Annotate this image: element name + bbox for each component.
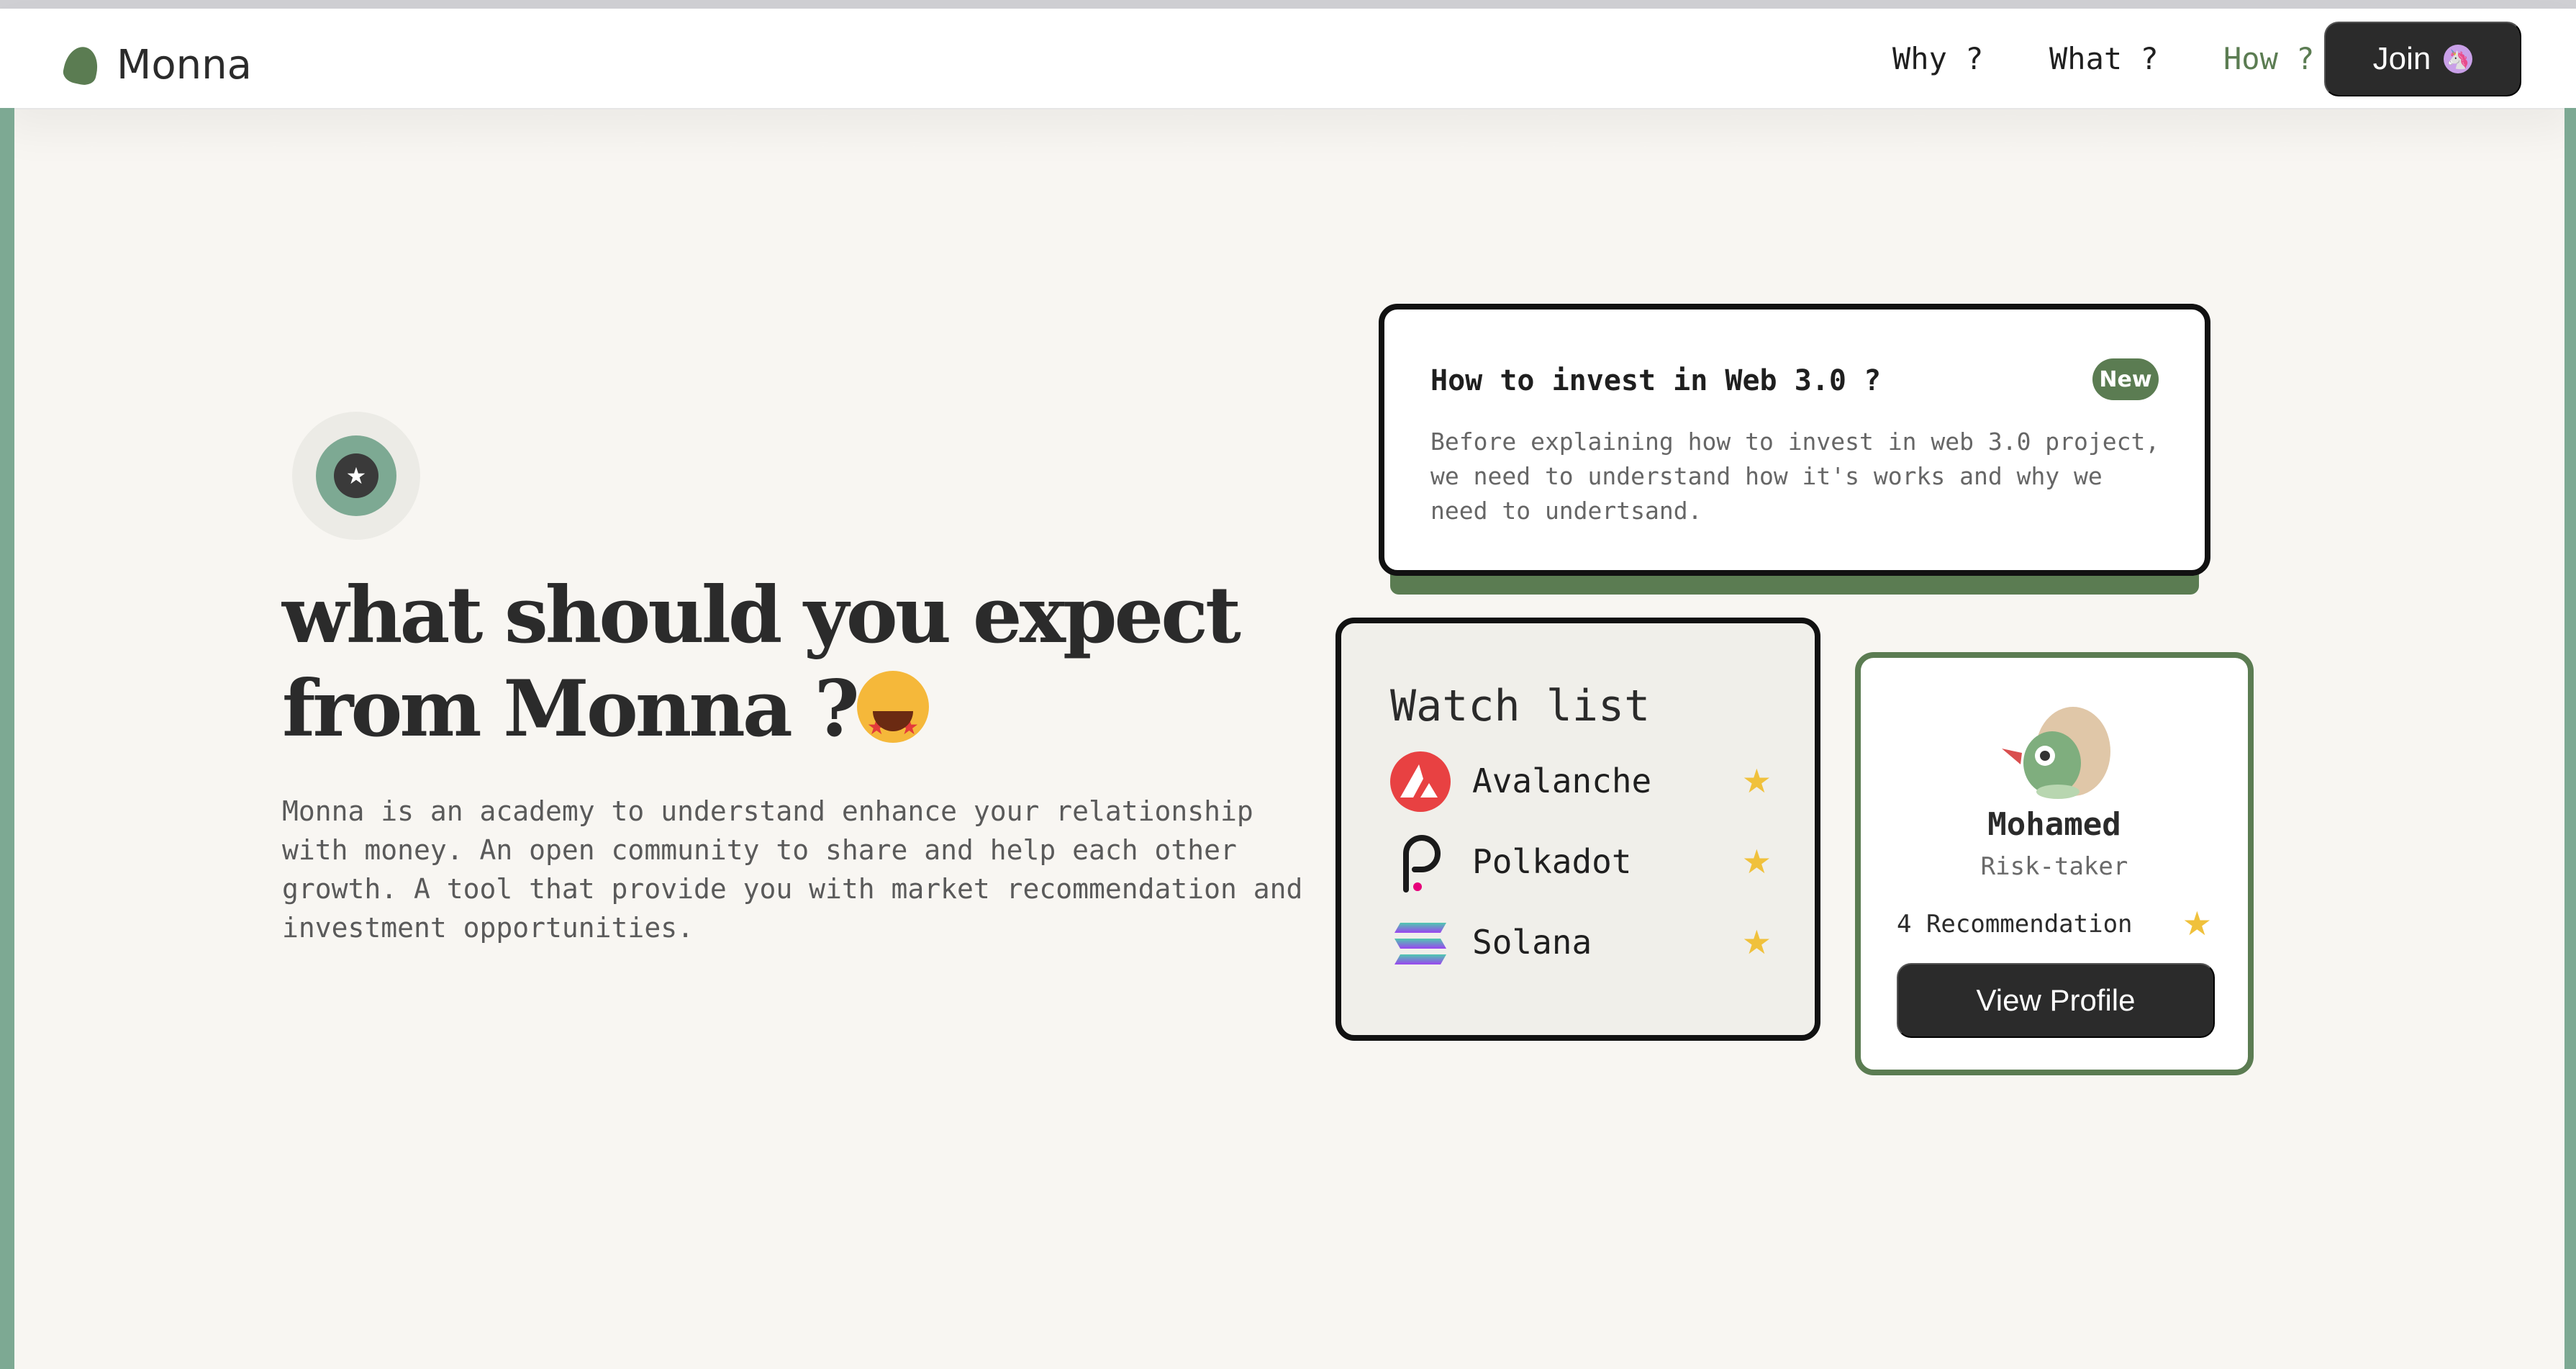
brand-name: Monna <box>117 42 252 89</box>
coin-name: Avalanche <box>1472 762 1652 800</box>
watchlist-item[interactable]: Polkadot ★ <box>1390 832 1772 893</box>
star-icon[interactable]: ★ <box>1742 762 1772 800</box>
nav-link-how[interactable]: How ? <box>2223 37 2314 81</box>
hero-badge: ★ <box>292 412 420 540</box>
star-struck-emoji-icon <box>856 671 929 774</box>
right-accent-border <box>2564 108 2576 1369</box>
brand-logo[interactable]: Monna <box>61 42 252 89</box>
article-body: Before explaining how to invest in web 3… <box>1430 428 2160 525</box>
star-icon[interactable]: ★ <box>1742 842 1772 881</box>
browser-top-strip <box>0 0 2576 9</box>
star-icon[interactable]: ★ <box>1742 923 1772 962</box>
profile-name: Mohamed <box>1987 806 2121 843</box>
left-accent-border <box>0 108 14 1369</box>
watchlist-card: Watch list Avalanche ★ Polkadot ★ Solana… <box>1335 618 1820 1041</box>
article-card[interactable]: How to invest in Web 3.0 ? New Before ex… <box>1379 304 2210 576</box>
star-icon: ★ <box>334 453 378 498</box>
hero-description: Monna is an academy to understand enhanc… <box>282 795 1303 944</box>
profile-card: Mohamed Risk-taker 4 Recommendation ★ Vi… <box>1855 652 2254 1075</box>
watchlist-item[interactable]: Avalanche ★ <box>1390 751 1772 812</box>
join-button-label: Join <box>2372 41 2431 76</box>
star-icon: ★ <box>2182 904 2212 943</box>
unicorn-icon: 🦄 <box>2444 45 2473 73</box>
hero-title-text: what should you expect from Monna ? <box>282 570 1241 754</box>
polkadot-logo-icon <box>1403 835 1441 893</box>
recommendation-count: 4 Recommendation <box>1897 910 2133 939</box>
hero-title: what should you expect from Monna ? <box>282 569 1333 774</box>
new-badge: New <box>2092 358 2159 400</box>
view-profile-button[interactable]: View Profile <box>1897 963 2215 1038</box>
nav-link-what[interactable]: What ? <box>2049 37 2159 81</box>
avalanche-logo-icon <box>1390 751 1451 812</box>
bird-avatar-icon <box>2002 707 2110 799</box>
join-button[interactable]: Join 🦄 <box>2324 22 2521 96</box>
nav-link-why[interactable]: Why ? <box>1892 37 1983 81</box>
profile-role: Risk-taker <box>1980 852 2128 881</box>
leaf-logo-icon <box>61 43 101 87</box>
solana-logo-icon <box>1394 923 1446 964</box>
hero-badge-ring: ★ <box>316 435 396 516</box>
article-title: How to invest in Web 3.0 ? <box>1430 364 1882 397</box>
coin-name: Solana <box>1472 923 1592 962</box>
coin-name: Polkadot <box>1472 842 1632 881</box>
watchlist-title: Watch list <box>1390 681 1651 731</box>
watchlist-item[interactable]: Solana ★ <box>1390 913 1772 973</box>
top-navbar: Monna Why ? What ? How ? Join 🦄 <box>0 9 2576 109</box>
